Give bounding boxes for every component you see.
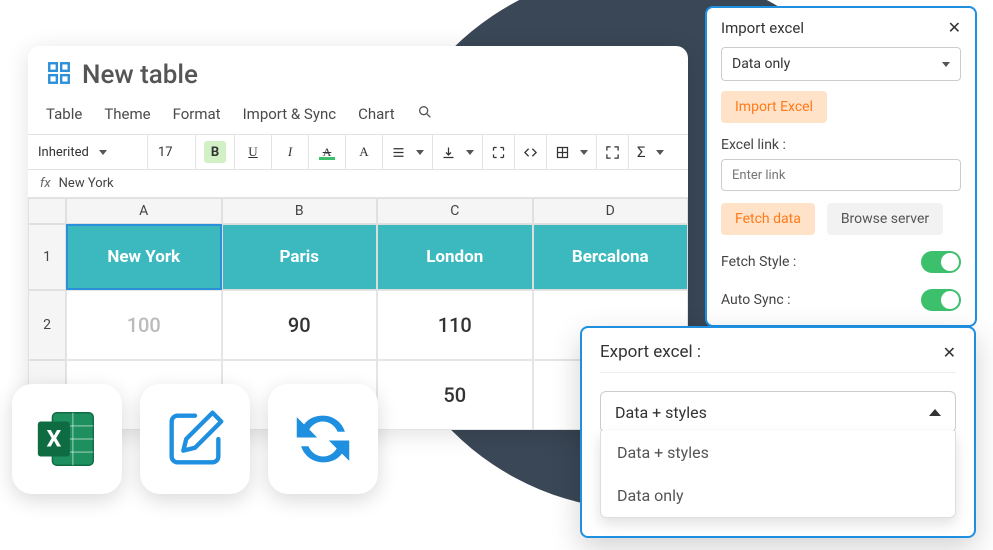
export-option-data-styles[interactable]: Data + styles	[601, 431, 955, 474]
font-select[interactable]: Inherited	[28, 135, 148, 169]
menu-theme[interactable]: Theme	[104, 105, 150, 123]
bold-button[interactable]: B	[196, 135, 235, 169]
import-mode-select[interactable]: Data only	[721, 47, 961, 81]
italic-button[interactable]: I	[272, 135, 309, 169]
grid-corner[interactable]	[28, 198, 66, 224]
excel-icon: X	[12, 384, 122, 494]
export-format-select[interactable]: Data + styles	[600, 391, 956, 433]
cell-a1[interactable]: New York	[66, 224, 222, 290]
close-icon[interactable]: ✕	[943, 343, 956, 362]
svg-text:X: X	[46, 424, 61, 452]
page-title: New table	[82, 60, 198, 90]
cell-b1[interactable]: Paris	[222, 224, 378, 290]
cell-c3[interactable]: 50	[377, 360, 533, 430]
menu-format[interactable]: Format	[173, 105, 221, 123]
fullscreen-button[interactable]	[597, 135, 629, 169]
chevron-up-icon	[929, 409, 941, 416]
menu-chart[interactable]: Chart	[358, 105, 395, 123]
import-panel: Import excel ✕ Data only Import Excel Ex…	[705, 6, 977, 327]
borders-button[interactable]	[547, 135, 597, 169]
excel-link-input[interactable]	[721, 159, 961, 191]
col-header-c[interactable]: C	[377, 198, 533, 224]
fetch-style-label: Fetch Style :	[721, 254, 796, 270]
close-icon[interactable]: ✕	[948, 18, 961, 37]
edit-icon	[140, 384, 250, 494]
export-title: Export excel :	[600, 342, 701, 362]
export-panel: Export excel : ✕ Data + styles Data + st…	[580, 326, 976, 538]
fx-value: New York	[59, 176, 114, 191]
search-icon[interactable]	[417, 104, 433, 124]
auto-sync-toggle[interactable]	[921, 289, 961, 311]
cell-b2[interactable]: 90	[222, 290, 378, 360]
col-header-d[interactable]: D	[533, 198, 689, 224]
export-options: Data + styles Data only	[600, 431, 956, 518]
menu-import-sync[interactable]: Import & Sync	[243, 105, 336, 123]
browse-server-button[interactable]: Browse server	[827, 203, 943, 235]
cell-d1[interactable]: Bercalona	[533, 224, 689, 290]
sum-button[interactable]: Σ	[629, 135, 672, 169]
import-title: Import excel	[721, 19, 804, 37]
app-icon	[46, 60, 72, 90]
toolbar: Inherited 17 B U I A A Σ	[28, 134, 688, 170]
col-header-a[interactable]: A	[66, 198, 222, 224]
valign-button[interactable]	[433, 135, 483, 169]
excel-link-label: Excel link :	[721, 137, 961, 153]
fetch-data-button[interactable]: Fetch data	[721, 203, 815, 235]
fx-label: fx	[40, 176, 51, 191]
row-header-2[interactable]: 2	[28, 290, 66, 360]
fetch-style-toggle[interactable]	[921, 251, 961, 273]
import-excel-button[interactable]: Import Excel	[721, 91, 827, 123]
font-size[interactable]: 17	[148, 135, 196, 169]
export-option-data-only[interactable]: Data only	[601, 474, 955, 517]
menubar: Table Theme Format Import & Sync Chart	[28, 96, 688, 134]
code-button[interactable]	[515, 135, 547, 169]
menu-table[interactable]: Table	[46, 105, 82, 123]
col-header-b[interactable]: B	[222, 198, 378, 224]
align-button[interactable]	[383, 135, 433, 169]
auto-sync-label: Auto Sync :	[721, 292, 791, 308]
underline-button[interactable]: U	[235, 135, 272, 169]
sync-icon	[268, 384, 378, 494]
cell-c2[interactable]: 110	[377, 290, 533, 360]
text-color-button[interactable]: A	[346, 135, 383, 169]
formula-bar[interactable]: fx New York	[28, 170, 688, 198]
expand-button[interactable]	[483, 135, 515, 169]
cell-a2[interactable]: 100	[66, 290, 222, 360]
row-header-1[interactable]: 1	[28, 224, 66, 290]
cell-c1[interactable]: London	[377, 224, 533, 290]
fill-color-button[interactable]: A	[309, 135, 346, 169]
